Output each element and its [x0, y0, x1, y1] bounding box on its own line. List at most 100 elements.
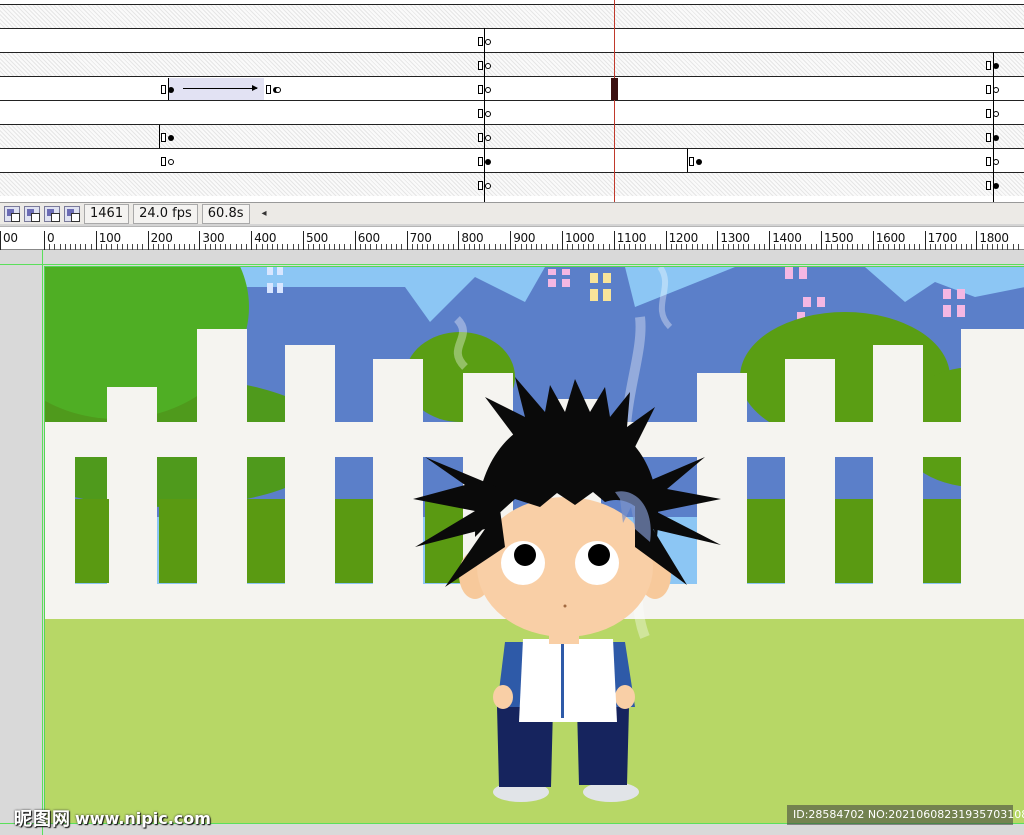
frame-end-box-icon [689, 157, 694, 166]
timeline-panel[interactable] [0, 0, 1024, 202]
timeline-layer-row[interactable] [0, 148, 1024, 173]
keyframe-column-line-end [993, 52, 994, 202]
keyframe-dot-icon [485, 159, 491, 165]
ruler-tick-label: 1600 [875, 231, 906, 245]
ruler-tick-label: 400 [254, 231, 277, 245]
ruler-tick-label: 0 [47, 231, 55, 245]
ruler-major-tick [354, 231, 356, 250]
keyframe-marker[interactable] [478, 83, 500, 95]
ruler-tick-label: 600 [357, 231, 380, 245]
watermark-logo: 昵图网 [14, 809, 71, 830]
frame-end-box-icon [478, 181, 483, 190]
keyframe-marker[interactable] [478, 179, 500, 191]
playhead-marker[interactable] [611, 78, 618, 100]
keyframe-marker[interactable] [478, 155, 500, 167]
frame-rate-field[interactable]: 24.0 fps [133, 203, 198, 224]
ruler-tick-label: 200 [150, 231, 173, 245]
keyframe-marker[interactable] [478, 131, 500, 143]
frame-end-box-icon [986, 133, 991, 142]
keyframe-marker[interactable] [478, 59, 500, 71]
ruler-tick-label: 1400 [772, 231, 802, 245]
ruler-major-tick [406, 231, 408, 250]
empty-keyframe-icon [485, 63, 491, 69]
ruler-major-tick [95, 231, 97, 250]
empty-keyframe-icon [275, 87, 281, 93]
keyframe-dot-icon [168, 135, 174, 141]
ruler-tick-label: 900 [513, 231, 536, 245]
ruler-major-tick [199, 231, 201, 250]
timeline-status-bar: 1461 24.0 fps 60.8s ◂ [0, 202, 1024, 224]
scroll-left-icon[interactable]: ◂ [262, 208, 267, 219]
keyframe-marker[interactable] [986, 107, 1008, 119]
timeline-layer-row[interactable] [0, 124, 1024, 149]
ruler-tick-label: 700 [409, 231, 432, 245]
ruler-major-tick [303, 231, 304, 250]
keyframe-marker[interactable] [275, 83, 297, 95]
center-frame-icon[interactable] [4, 205, 20, 222]
keyframe-marker[interactable] [986, 179, 1008, 191]
current-frame-field[interactable]: 1461 [84, 203, 130, 224]
keyframe-marker[interactable] [986, 155, 1008, 167]
timeline-layer-row[interactable] [0, 28, 1024, 52]
ruler-tick-label: 1200 [668, 231, 699, 245]
frame-end-box-icon [986, 61, 991, 70]
ruler-tick-label: 1100 [616, 231, 647, 245]
keyframe-dot-icon [696, 159, 702, 165]
keyframe-marker[interactable] [161, 83, 183, 95]
animation-editor-window: 1461 24.0 fps 60.8s ◂ 00 0 100 200 300 400 500… [0, 0, 1024, 835]
ruler-major-tick [769, 231, 771, 250]
keyframe-marker[interactable] [986, 59, 1008, 71]
ruler-major-tick [251, 231, 253, 250]
keyframe-divider [159, 125, 160, 149]
stage-canvas[interactable] [44, 266, 1024, 824]
empty-keyframe-icon [485, 111, 491, 117]
ruler-major-tick [562, 231, 563, 250]
ruler-major-tick [924, 231, 926, 250]
keyframe-marker[interactable] [161, 155, 183, 167]
timeline-layer-row[interactable] [0, 100, 1024, 124]
timeline-layer-row[interactable] [0, 172, 1024, 196]
stage-guide-left [42, 250, 43, 835]
empty-keyframe-icon [168, 159, 174, 165]
tween-arrow-icon [183, 85, 258, 91]
onion-skin-outlines-icon[interactable] [44, 205, 60, 222]
ruler-tick-label: 1000 [565, 231, 595, 245]
smoke-wisp [453, 316, 469, 370]
elapsed-time-field: 60.8s [201, 203, 250, 224]
ruler-tick-label: 500 [306, 231, 329, 245]
ruler-major-tick [44, 231, 45, 250]
ruler-tick-label: 100 [98, 231, 121, 245]
ruler-tick-label: 1700 [927, 231, 958, 245]
ruler-major-tick [147, 231, 149, 250]
timeline-layer-row[interactable] [0, 4, 1024, 28]
frame-end-box-icon [161, 85, 166, 94]
ruler-major-tick [872, 231, 874, 250]
frame-end-box-icon [478, 37, 483, 46]
frame-end-box-icon [478, 133, 483, 142]
keyframe-marker[interactable] [478, 35, 500, 47]
timeline-layer-row[interactable] [0, 76, 1024, 100]
ruler-tick-label: 1500 [824, 231, 854, 245]
watermark-left: 昵图网 www.nipic.com [14, 805, 211, 831]
frame-end-box-icon [478, 61, 483, 70]
keyframe-divider [687, 149, 688, 173]
ruler-major-tick [665, 231, 667, 250]
keyframe-marker[interactable] [986, 131, 1008, 143]
playhead-line[interactable] [614, 0, 615, 202]
frame-end-box-icon [986, 157, 991, 166]
keyframe-marker[interactable] [986, 83, 1008, 95]
keyframe-marker[interactable] [687, 149, 711, 173]
keyframe-marker[interactable] [159, 125, 183, 149]
frame-end-box-icon [986, 109, 991, 118]
frame-end-box-icon [478, 85, 483, 94]
ruler-major-tick [821, 231, 822, 250]
onion-skin-icon[interactable] [24, 205, 40, 222]
empty-keyframe-icon [485, 135, 491, 141]
ruler-major-tick [458, 231, 460, 250]
horizontal-ruler: 00 0 100 200 300 400 500 600 700 800 900 1000 1100 12… [0, 226, 1024, 250]
frame-end-box-icon [161, 157, 166, 166]
timeline-layer-row[interactable] [0, 52, 1024, 76]
keyframe-marker[interactable] [478, 107, 500, 119]
keyframe-dot-icon [168, 87, 174, 93]
edit-multiple-frames-icon[interactable] [64, 205, 80, 222]
